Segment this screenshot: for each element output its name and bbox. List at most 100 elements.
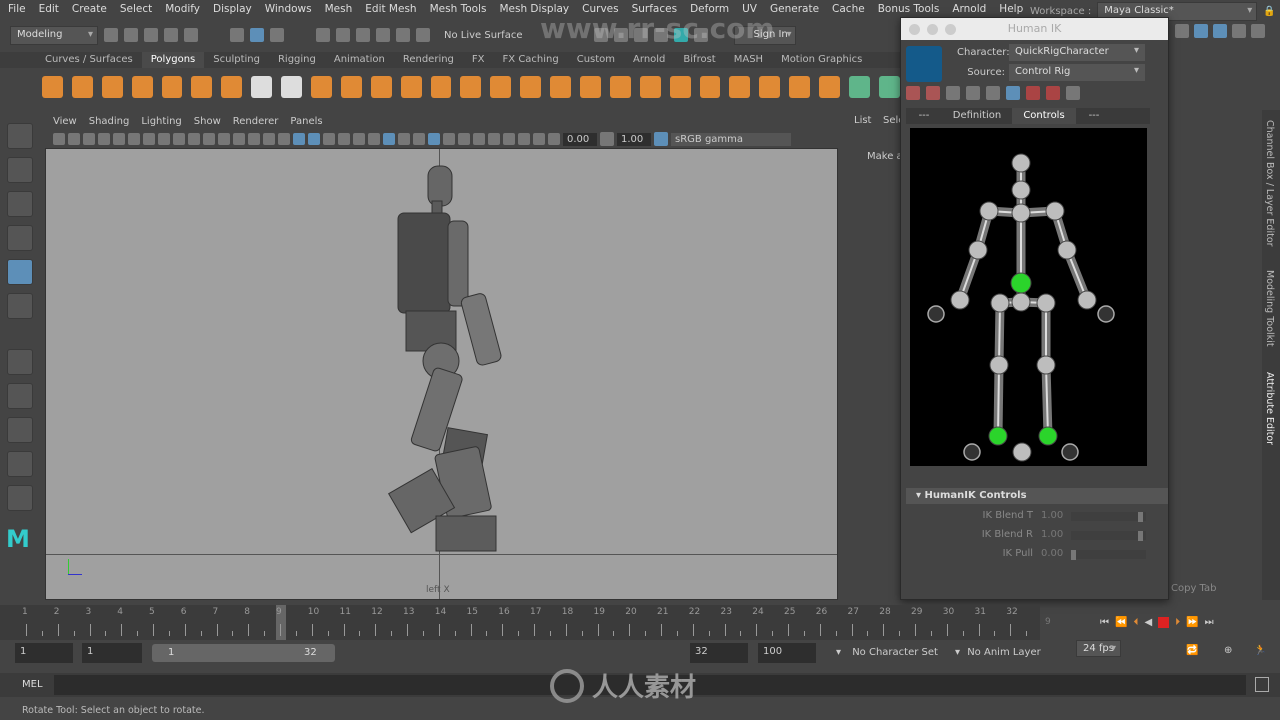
shelf-tool-icon[interactable] <box>490 76 512 98</box>
colorspace-field[interactable]: sRGB gamma <box>671 132 791 146</box>
stop-icon[interactable] <box>1158 616 1170 628</box>
shelf-tool-icon[interactable] <box>101 76 123 98</box>
control-slider[interactable] <box>1071 550 1146 560</box>
tab-prev[interactable]: --- <box>906 108 942 124</box>
menu-file[interactable]: File <box>8 3 26 15</box>
define-skeleton-icon[interactable] <box>926 86 940 100</box>
viewport-tool-icon[interactable] <box>308 133 320 145</box>
pin-rotate-icon[interactable] <box>1046 86 1060 100</box>
joint-le[interactable] <box>968 240 988 260</box>
shelf-tool-icon[interactable] <box>729 76 751 98</box>
viewport-tool-icon[interactable] <box>353 133 365 145</box>
rotate-tool-icon[interactable] <box>7 259 33 285</box>
shelf-tool-icon[interactable] <box>311 76 332 98</box>
shelf-tool-icon[interactable] <box>340 76 362 98</box>
reach-toggle-icon[interactable] <box>1097 305 1115 323</box>
joint-ra[interactable] <box>1038 426 1058 446</box>
shelf-tool-icon[interactable] <box>759 76 781 98</box>
select-object-icon[interactable] <box>250 28 264 42</box>
shelf-tab-sculpting[interactable]: Sculpting <box>204 52 269 68</box>
script-editor-icon[interactable] <box>1255 677 1269 692</box>
full-body-icon[interactable] <box>1006 86 1020 100</box>
tab-definition[interactable]: Definition <box>942 108 1012 124</box>
viewport-tool-icon[interactable] <box>548 133 560 145</box>
animation-prefs-icon[interactable]: 🏃 <box>1254 645 1266 656</box>
go-to-end-icon[interactable]: ⏭ <box>1205 617 1214 628</box>
auto-key-icon[interactable]: ⊕ <box>1224 645 1232 656</box>
exposure-field[interactable]: 0.00 <box>563 132 597 146</box>
viewport-tool-icon[interactable] <box>188 133 200 145</box>
viewport-tool-icon[interactable] <box>113 133 125 145</box>
hik-character-controls[interactable] <box>910 128 1147 466</box>
joint-chest[interactable] <box>1011 203 1031 223</box>
attribute-editor-icon[interactable] <box>1213 24 1227 38</box>
menu-generate[interactable]: Generate <box>770 3 819 15</box>
viewport-tool-icon[interactable] <box>173 133 185 145</box>
shelf-tab-custom[interactable]: Custom <box>568 52 624 68</box>
viewport-tool-icon[interactable] <box>218 133 230 145</box>
joint-pel[interactable] <box>1011 292 1031 312</box>
slider-handle[interactable] <box>1138 512 1143 522</box>
pin-translate-icon[interactable] <box>1026 86 1040 100</box>
joint-la[interactable] <box>988 426 1008 446</box>
human-ik-icon[interactable] <box>1194 24 1208 38</box>
select-hierarchy-icon[interactable] <box>230 28 244 42</box>
step-forward-frame-icon[interactable]: ⏵ <box>1175 617 1180 628</box>
last-tool-icon[interactable] <box>7 349 33 375</box>
close-button[interactable] <box>909 24 920 35</box>
channel-box-icon[interactable] <box>1251 24 1265 38</box>
control-slider[interactable] <box>1071 531 1146 541</box>
viewport-tool-icon[interactable] <box>83 133 95 145</box>
viewport-tool-icon[interactable] <box>443 133 455 145</box>
menu-modify[interactable]: Modify <box>165 3 200 15</box>
shelf-tab-polygons[interactable]: Polygons <box>141 52 205 68</box>
menu-display[interactable]: Display <box>213 3 252 15</box>
control-slider[interactable] <box>1071 512 1146 522</box>
shelf-tool-icon[interactable] <box>281 76 303 98</box>
viewport-tool-icon[interactable] <box>233 133 245 145</box>
viewport-menu-view[interactable]: View <box>53 116 77 127</box>
viewport-tool-icon[interactable] <box>143 133 155 145</box>
single-perspective-layout-icon[interactable] <box>7 383 33 409</box>
fps-dropdown[interactable]: 24 fps <box>1076 640 1121 657</box>
joint-rw[interactable] <box>1077 290 1097 310</box>
viewport-tool-icon[interactable] <box>158 133 170 145</box>
skeleton-icon[interactable] <box>946 86 960 100</box>
anim-layer-dropdown[interactable]: ▾ No Anim Layer <box>955 647 1041 658</box>
playback-end-field[interactable]: 32 <box>690 643 748 663</box>
play-backward-icon[interactable]: ◀ <box>1144 617 1152 628</box>
select-tool-icon[interactable] <box>7 123 33 149</box>
viewport-tool-icon[interactable] <box>263 133 275 145</box>
shelf-tab-rendering[interactable]: Rendering <box>394 52 463 68</box>
joint-lh[interactable] <box>990 293 1010 313</box>
release-pin-icon[interactable] <box>1066 86 1080 100</box>
viewport-tool-icon[interactable] <box>98 133 110 145</box>
viewport-menu-show[interactable]: Show <box>194 116 221 127</box>
go-to-start-icon[interactable]: ⏮ <box>1100 617 1109 628</box>
viewport-tool-icon[interactable] <box>458 133 470 145</box>
window-titlebar[interactable]: Human IK <box>901 18 1168 40</box>
undo-icon[interactable] <box>164 28 178 42</box>
shelf-tool-icon[interactable] <box>819 76 841 98</box>
menu-mesh-tools[interactable]: Mesh Tools <box>430 3 487 15</box>
viewport-tool-icon[interactable] <box>203 133 215 145</box>
viewport-menu-lighting[interactable]: Lighting <box>141 116 181 127</box>
menu-edit-mesh[interactable]: Edit Mesh <box>365 3 416 15</box>
slider-handle[interactable] <box>1138 531 1143 541</box>
joint-lw[interactable] <box>950 290 970 310</box>
menu-set-dropdown[interactable]: Modeling <box>10 25 98 45</box>
tpose-icon[interactable] <box>986 86 1000 100</box>
joint-hip[interactable] <box>1010 272 1032 294</box>
color-management-icon[interactable] <box>654 132 668 146</box>
shelf-tool-icon[interactable] <box>460 76 482 98</box>
joint-rs[interactable] <box>1045 201 1065 221</box>
joint-lk[interactable] <box>989 355 1009 375</box>
new-scene-icon[interactable] <box>104 28 118 42</box>
shelf-tool-icon[interactable] <box>550 76 572 98</box>
shelf-tab-fx-caching[interactable]: FX Caching <box>494 52 568 68</box>
shelf-tool-icon[interactable] <box>400 76 422 98</box>
create-skeleton-icon[interactable] <box>906 86 920 100</box>
shelf-tab-curves-surfaces[interactable]: Curves / Surfaces <box>36 52 142 68</box>
viewport-tool-icon[interactable] <box>53 133 65 145</box>
lock-icon[interactable]: 🔒 <box>1263 6 1275 17</box>
